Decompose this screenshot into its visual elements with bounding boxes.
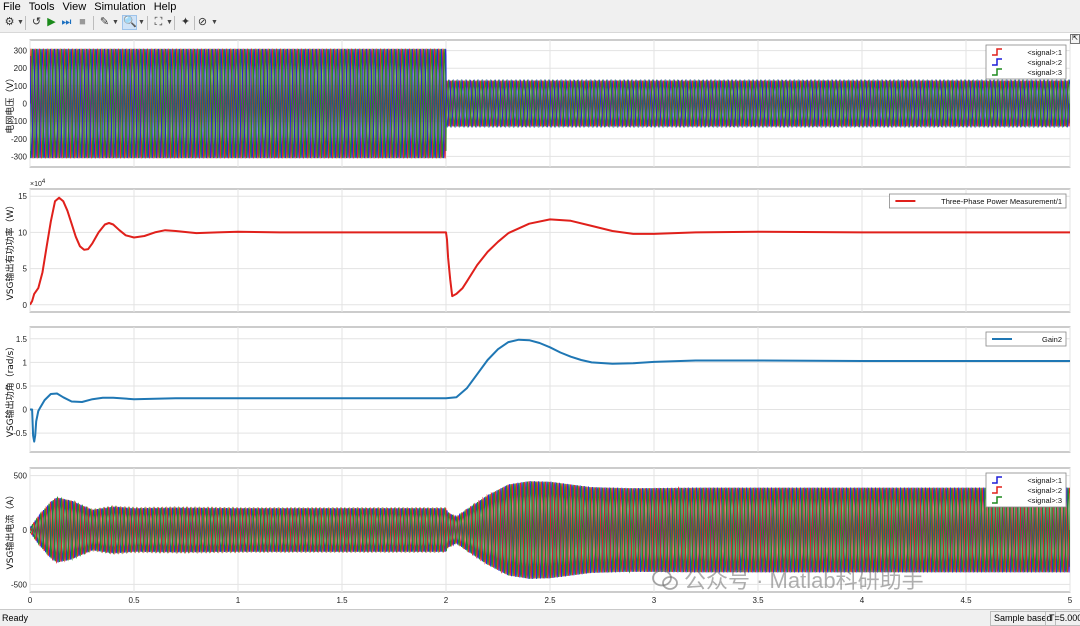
toolbar-separator <box>25 16 26 30</box>
toolbar: ⚙ ▼ ↺ ▶ ⏭ ■ ✎ ▼ 🔍 ▼ ⛶ ▼ ✦ ⊘ ▼ <box>0 14 1080 33</box>
legend-entry: Gain2 <box>1042 335 1062 344</box>
step-forward-icon[interactable]: ⏭ <box>60 16 73 29</box>
restore-icon[interactable]: ↺ <box>30 16 43 29</box>
legend: Gain2 <box>985 331 1067 347</box>
legend: Three-Phase Power Measurement/1 <box>889 193 1067 209</box>
y-tick-label: 0 <box>23 301 28 310</box>
menu-view[interactable]: View <box>61 0 89 14</box>
legend-entry: <signal>:1 <box>1027 48 1062 57</box>
x-tick-label: 0.5 <box>128 596 140 605</box>
wechat-logo-icon <box>652 569 678 590</box>
status-ready: Ready <box>2 613 29 623</box>
chart-panel-2: 0 5 10 15VSG输出有功功率（W） ×104 Three-Phase Power … <box>4 179 1071 313</box>
x-tick-label: 2.5 <box>544 596 556 605</box>
y-tick-label: -500 <box>11 580 28 589</box>
y-axis-label: VSG输出功角（rad/s） <box>4 342 16 438</box>
legend-entry: <signal>:2 <box>1027 58 1062 67</box>
y-tick-label: 15 <box>18 192 27 201</box>
y-tick-label: 0.5 <box>16 382 28 391</box>
fit-to-view-icon[interactable]: ⛶ <box>152 16 165 29</box>
menu-simulation[interactable]: Simulation <box>92 0 147 14</box>
run-icon[interactable]: ▶ <box>45 16 58 29</box>
x-tick-label: 2 <box>444 596 449 605</box>
legend: <signal>:1<signal>:2<signal>:3 <box>985 44 1067 80</box>
highlight-icon[interactable]: ✎ <box>98 16 111 29</box>
legend-entry: <signal>:1 <box>1027 476 1062 485</box>
y-tick-label: 1.5 <box>16 335 28 344</box>
undock-icon[interactable]: ⇱ <box>1070 34 1080 44</box>
menu-tools[interactable]: Tools <box>27 0 57 14</box>
y-tick-label: 0 <box>23 526 28 535</box>
x-tick-label: 1.5 <box>336 596 348 605</box>
scope-charts: -300-200-1000100200300电网电压（V）<signal>:1<… <box>4 39 1073 605</box>
y-tick-label: 5 <box>23 265 28 274</box>
x-tick-label: 4.5 <box>960 596 972 605</box>
menu-file[interactable]: File <box>1 0 23 14</box>
y-tick-label: 0 <box>23 406 28 415</box>
legend-entry: <signal>:2 <box>1027 486 1062 495</box>
x-tick-label: 5 <box>1068 596 1073 605</box>
scope-plot-area: -300 -200 -100 0 100 200 300 电网电压（V） <signal>:1 <… <box>0 33 1080 609</box>
stop-icon[interactable]: ■ <box>76 16 89 29</box>
legend-entry: Three-Phase Power Measurement/1 <box>941 197 1062 206</box>
x-tick-label: 4 <box>860 596 865 605</box>
measurements-dropdown-icon[interactable]: ▼ <box>211 16 218 29</box>
x-tick-label: 3 <box>652 596 657 605</box>
legend-entry: <signal>:3 <box>1027 68 1062 77</box>
toolbar-separator <box>147 16 148 30</box>
status-bar: Ready Sample based T=5.000 <box>0 609 1080 626</box>
y-exponent-label: ×104 <box>30 179 46 188</box>
y-tick-label: 1 <box>23 358 28 367</box>
y-tick-label: 10 <box>18 228 27 237</box>
chart-panel-3: -0.500.511.5VSG输出功角（rad/s）Gain2 <box>4 326 1071 453</box>
y-axis-label: 电网电压（V） <box>4 73 16 133</box>
toolbar-separator <box>93 16 94 30</box>
triggers-icon[interactable]: ✦ <box>179 16 192 29</box>
legend-entry: <signal>:3 <box>1027 496 1062 505</box>
x-tick-label: 3.5 <box>752 596 764 605</box>
y-tick-label: 300 <box>14 47 28 56</box>
status-sim-time: T=5.000 <box>1045 611 1080 626</box>
x-tick-label: 1 <box>236 596 241 605</box>
toolbar-separator <box>174 16 175 30</box>
settings-dropdown-icon[interactable]: ▼ <box>17 16 24 29</box>
watermark: 公众号 · Matlab科研助手 <box>652 563 924 595</box>
y-tick-label: -300 <box>11 152 28 161</box>
y-axis-label: VSG输出电流（A） <box>4 490 16 569</box>
y-tick-label: 0 <box>23 100 28 109</box>
settings-gear-icon[interactable]: ⚙ <box>3 16 16 29</box>
chart-panel-1: -300-200-1000100200300电网电压（V）<signal>:1<… <box>4 39 1071 168</box>
fit-dropdown-icon[interactable]: ▼ <box>166 16 173 29</box>
cursor-measurements-icon[interactable]: ⊘ <box>196 16 209 29</box>
menu-bar: File Tools View Simulation Help <box>0 0 1080 14</box>
y-tick-label: 200 <box>14 64 28 73</box>
menu-help[interactable]: Help <box>152 0 179 14</box>
legend: <signal>:1<signal>:2<signal>:3 <box>985 472 1067 508</box>
highlight-dropdown-icon[interactable]: ▼ <box>112 16 119 29</box>
y-tick-label: -200 <box>11 135 28 144</box>
zoom-dropdown-icon[interactable]: ▼ <box>138 16 145 29</box>
y-tick-label: 500 <box>14 472 28 481</box>
zoom-icon[interactable]: 🔍 <box>122 15 137 30</box>
toolbar-separator <box>194 16 195 30</box>
watermark-text: 公众号 · Matlab科研助手 <box>684 568 924 593</box>
x-tick-label: 0 <box>28 596 33 605</box>
y-axis-label: VSG输出有功功率（W） <box>4 201 16 301</box>
